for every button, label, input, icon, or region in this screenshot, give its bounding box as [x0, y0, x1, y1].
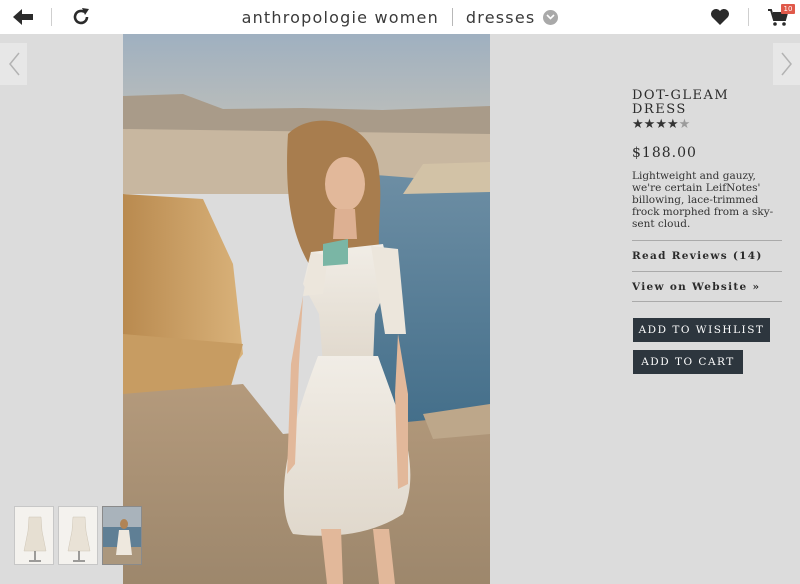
page-title: anthropologie women dresses	[0, 0, 800, 34]
title-divider	[451, 8, 453, 26]
product-price: $188.00	[632, 145, 697, 161]
star-icon: ★	[643, 117, 656, 132]
read-reviews-link[interactable]: Read Reviews (14)	[632, 240, 782, 271]
wishlist-button[interactable]	[709, 5, 731, 29]
product-name: DOT-GLEAM DRESS	[632, 89, 782, 117]
add-to-cart-button[interactable]: ADD TO CART	[633, 350, 743, 374]
product-description: Lightweight and gauzy, we're certain Lei…	[632, 170, 774, 230]
chevron-left-icon	[8, 52, 20, 76]
view-on-website-link[interactable]: View on Website »	[632, 271, 782, 302]
product-links: Read Reviews (14) View on Website »	[632, 240, 782, 302]
star-icon: ★	[655, 117, 667, 132]
product-name-line-1: DOT-GLEAM	[632, 88, 730, 103]
category-title[interactable]: dresses	[466, 8, 535, 27]
model-photo-illustration	[123, 34, 490, 584]
previous-product-button[interactable]	[0, 43, 27, 85]
cart-count-badge: 10	[781, 4, 795, 14]
divider	[748, 8, 749, 26]
product-photo[interactable]	[123, 34, 490, 584]
top-bar: anthropologie women dresses 10	[0, 0, 800, 34]
category-dropdown[interactable]	[543, 9, 559, 25]
rating-stars: ★★★★★	[632, 118, 782, 132]
star-icon: ★	[666, 117, 679, 132]
next-product-button[interactable]	[773, 43, 800, 85]
dress-thumbnail-image	[103, 507, 141, 564]
heart-icon	[711, 9, 729, 25]
thumbnail-front[interactable]	[14, 506, 54, 565]
dress-thumbnail-image	[15, 507, 53, 564]
brand-title: anthropologie women	[241, 7, 439, 27]
add-to-wishlist-button[interactable]: ADD TO WISHLIST	[633, 318, 770, 342]
thumbnail-model[interactable]	[102, 506, 142, 565]
chevron-right-icon	[780, 52, 792, 76]
star-icon: ★	[632, 117, 644, 132]
dress-thumbnail-image	[59, 507, 97, 564]
product-info: DOT-GLEAM DRESS ★★★★★ $188.00 Lightweigh…	[632, 89, 782, 231]
chevron-down-icon	[546, 14, 555, 20]
star-empty-icon: ★	[678, 117, 691, 132]
thumbnail-back[interactable]	[58, 506, 98, 565]
product-name-line-2: DRESS	[632, 102, 687, 117]
